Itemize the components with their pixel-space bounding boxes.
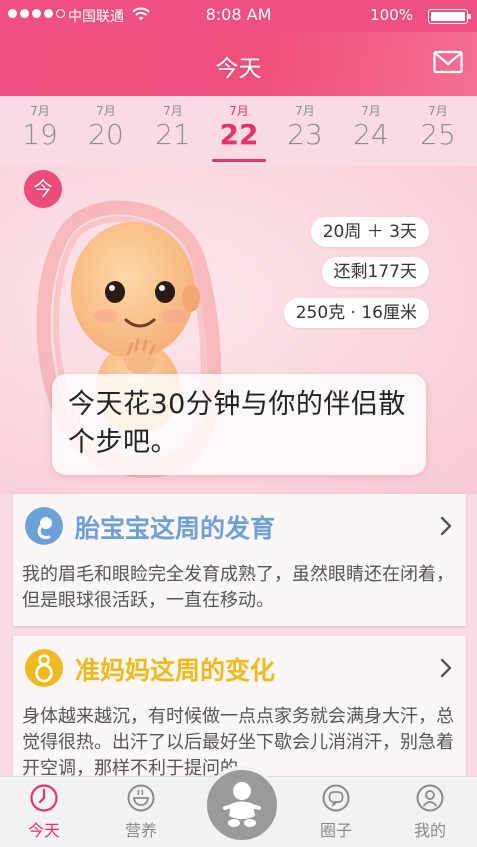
chevron-right-icon xyxy=(440,516,452,536)
date-day: 20 xyxy=(88,118,124,151)
date-day: 21 xyxy=(155,118,191,151)
chat-bubble-icon xyxy=(322,784,350,812)
date-item-22-selected[interactable]: 7月 22 xyxy=(209,104,269,162)
mail-icon[interactable] xyxy=(433,50,463,74)
date-item-19[interactable]: 7月 19 xyxy=(10,104,70,152)
card-title: 胎宝宝这周的发育 xyxy=(75,514,276,543)
tab-label: 圈子 xyxy=(319,821,352,840)
days-remaining-badge: 还剩177天 xyxy=(321,257,429,287)
date-month: 7月 xyxy=(30,104,50,118)
bowl-icon xyxy=(127,784,155,812)
date-item-20[interactable]: 7月 20 xyxy=(76,104,136,152)
card-title: 准妈妈这周的变化 xyxy=(75,656,276,685)
user-icon xyxy=(416,784,444,812)
tab-label: 今天 xyxy=(27,821,60,840)
date-selector: 7月 19 7月 20 7月 21 7月 22 7月 23 7月 24 7月 2… xyxy=(0,96,477,166)
date-month: 7月 xyxy=(428,104,448,118)
date-day: 22 xyxy=(219,118,259,151)
date-item-24[interactable]: 7月 24 xyxy=(341,104,401,152)
baby-overview: 今 20周 ＋ 3天 还剩177天 250克 · 16厘米 今天花30分钟与你的… xyxy=(0,166,477,494)
date-month: 7月 xyxy=(295,104,315,118)
date-item-23[interactable]: 7月 23 xyxy=(275,104,335,152)
pregnancy-week-badge: 20周 ＋ 3天 xyxy=(310,217,429,247)
baby-center-button[interactable] xyxy=(203,766,281,844)
daily-tip: 今天花30分钟与你的伴侣散个步吧。 xyxy=(52,374,426,475)
card-body: 我的眉毛和眼睑完全发育成熟了，虽然眼睛还在闭着，但是眼球很活跃，一直在移动。 xyxy=(22,564,454,611)
status-bar: 中国联通 8:08 AM 100% xyxy=(0,0,477,32)
tab-label: 营养 xyxy=(124,821,157,840)
baby-icon xyxy=(223,782,261,827)
clock-icon xyxy=(30,784,58,812)
date-month: 7月 xyxy=(96,104,116,118)
battery-icon xyxy=(428,9,471,24)
date-day: 19 xyxy=(22,118,58,151)
tab-nutrition[interactable]: 营养 xyxy=(101,783,181,841)
tab-community[interactable]: 圈子 xyxy=(296,783,376,841)
fetus-icon xyxy=(25,507,63,545)
date-day: 23 xyxy=(287,118,323,151)
baby-size-badge: 250克 · 16厘米 xyxy=(283,298,429,328)
date-item-21[interactable]: 7月 21 xyxy=(143,104,203,152)
page-title: 今天 xyxy=(215,56,262,82)
baby-development-card[interactable]: 胎宝宝这周的发育 我的眉毛和眼睑完全发育成熟了，虽然眼睛还在闭着，但是眼球很活跃… xyxy=(13,494,466,626)
navigation-bar: 今天 xyxy=(0,32,477,96)
pregnant-mother-icon xyxy=(25,649,63,687)
date-month: 7月 xyxy=(163,104,183,118)
tab-today[interactable]: 今天 xyxy=(4,783,84,841)
tab-profile[interactable]: 我的 xyxy=(390,783,470,841)
chevron-right-icon xyxy=(440,658,452,678)
battery-percentage: 100% xyxy=(370,6,413,24)
tab-label: 我的 xyxy=(413,821,446,840)
date-day: 25 xyxy=(420,118,456,151)
date-day: 24 xyxy=(353,118,389,151)
date-month: 7月 xyxy=(229,104,249,118)
date-month: 7月 xyxy=(361,104,381,118)
date-item-25[interactable]: 7月 25 xyxy=(408,104,468,152)
